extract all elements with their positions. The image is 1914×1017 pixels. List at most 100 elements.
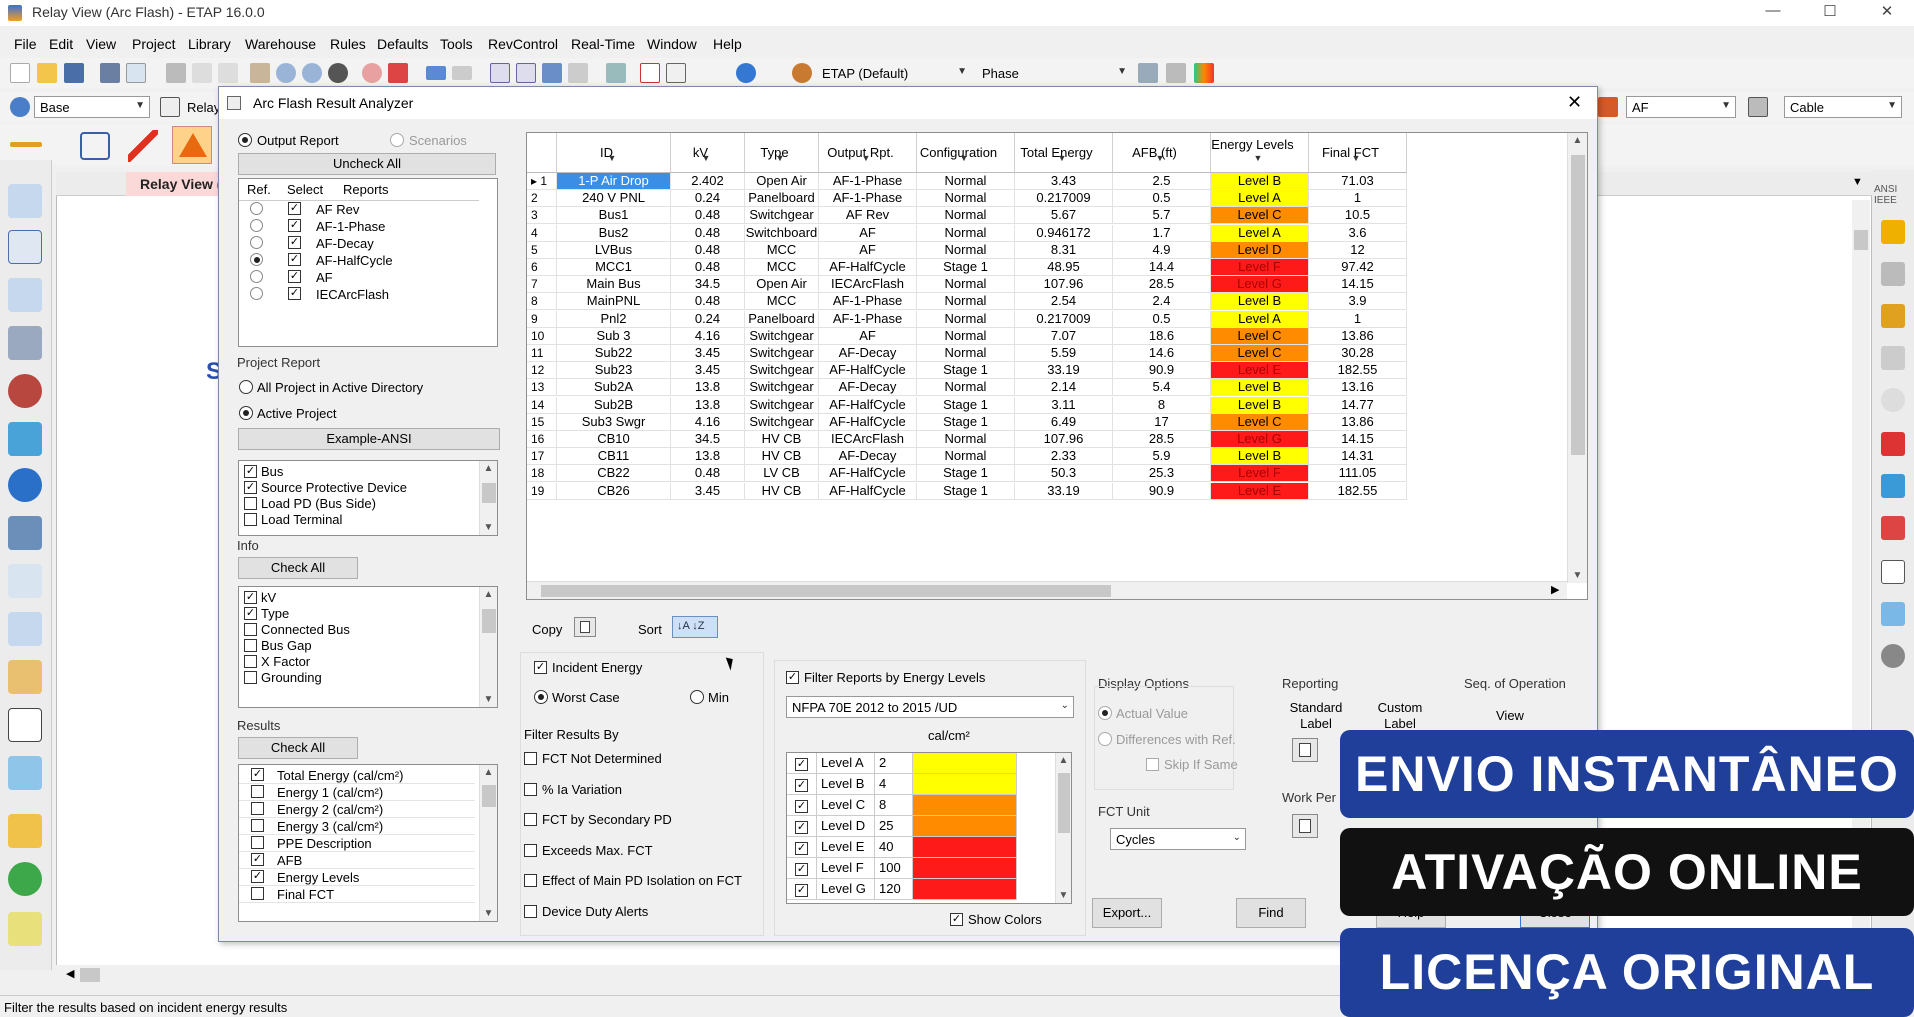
grid-cell[interactable]: AF-Decay bbox=[819, 379, 917, 397]
report-ref-radio[interactable] bbox=[250, 219, 263, 232]
grid-cell[interactable]: 107.96 bbox=[1015, 276, 1113, 294]
cable-select[interactable]: Cable ▼ bbox=[1784, 96, 1902, 118]
grid-cell[interactable]: 4.16 bbox=[671, 327, 745, 345]
sheet-icon[interactable] bbox=[666, 63, 686, 83]
tool-icon[interactable] bbox=[1881, 346, 1905, 370]
active-project-radio[interactable] bbox=[239, 406, 253, 420]
grid-cell[interactable]: 0.217009 bbox=[1015, 310, 1113, 328]
grid-cell[interactable]: Level B bbox=[1211, 448, 1309, 466]
grid-cell[interactable]: LVBus bbox=[557, 241, 671, 259]
copy-grid-icon[interactable] bbox=[574, 617, 596, 637]
grid-cell[interactable]: 90.9 bbox=[1113, 362, 1211, 380]
menu-rules[interactable]: Rules bbox=[330, 36, 366, 52]
filter-dropdown-icon[interactable]: ▼ bbox=[1113, 153, 1207, 163]
grid-cell[interactable]: Normal bbox=[917, 448, 1015, 466]
help-icon[interactable] bbox=[736, 63, 756, 83]
menu-defaults[interactable]: Defaults bbox=[377, 36, 428, 52]
grid-cell[interactable]: Level A bbox=[1211, 190, 1309, 208]
energy-level-row[interactable]: ✓ Level G 120 bbox=[787, 879, 1057, 900]
triangle-icon[interactable] bbox=[1881, 262, 1905, 286]
grid-cell[interactable]: AF-1-Phase bbox=[819, 190, 917, 208]
grid-cell[interactable]: 1 bbox=[1309, 190, 1407, 208]
ground-grid-icon[interactable] bbox=[8, 564, 42, 598]
results-item[interactable]: Final FCT bbox=[239, 886, 475, 903]
grid-cell[interactable]: 34.5 bbox=[671, 276, 745, 294]
relay-icon[interactable] bbox=[8, 230, 42, 264]
map-icon[interactable] bbox=[8, 660, 42, 694]
print-preview-icon[interactable] bbox=[126, 63, 146, 83]
grid-cell[interactable]: 3.6 bbox=[1309, 224, 1407, 242]
grid-cell[interactable]: Normal bbox=[917, 293, 1015, 311]
switch-icon[interactable] bbox=[8, 278, 42, 312]
grid-cell[interactable]: 5.4 bbox=[1113, 379, 1211, 397]
energy-level-color[interactable] bbox=[913, 753, 1017, 774]
results-item[interactable]: Energy 3 (cal/cm²) bbox=[239, 818, 475, 835]
grid-cell[interactable]: AF-HalfCycle bbox=[819, 396, 917, 414]
energy-level-checkbox[interactable]: ✓ bbox=[795, 863, 808, 876]
report-select-checkbox[interactable]: ✓ bbox=[288, 287, 301, 300]
pen-icon[interactable] bbox=[1166, 63, 1186, 83]
results-item[interactable]: Energy 2 (cal/cm²) bbox=[239, 801, 475, 818]
cable-icon[interactable] bbox=[1748, 97, 1768, 117]
menu-warehouse[interactable]: Warehouse bbox=[245, 36, 316, 52]
energy-level-row[interactable]: ✓ Level E 40 bbox=[787, 837, 1057, 858]
grid-cell[interactable]: 2.5 bbox=[1113, 173, 1211, 190]
grid-cell[interactable]: AF-1-Phase bbox=[819, 173, 917, 190]
device-type-item[interactable]: ✓ Source Protective Device bbox=[239, 479, 475, 495]
grid-cell[interactable]: Level A bbox=[1211, 224, 1309, 242]
panel-icon[interactable] bbox=[8, 326, 42, 360]
info-list-scrollbar[interactable]: ▲ ▼ bbox=[479, 587, 497, 707]
grid-column-header[interactable]: Configuration ▼ bbox=[917, 133, 1015, 173]
grid-cell[interactable]: 6.49 bbox=[1015, 413, 1113, 431]
energy-standard-select[interactable]: NFPA 70E 2012 to 2015 /UD ⌄ bbox=[786, 696, 1074, 718]
filter-dropdown-icon[interactable]: ▼ bbox=[819, 153, 913, 163]
grid-hscrollbar[interactable]: ▶ bbox=[527, 581, 1567, 599]
results-checkbox[interactable]: ✓ bbox=[251, 870, 264, 883]
grid-cell[interactable]: Stage 1 bbox=[917, 413, 1015, 431]
grid-vscrollbar[interactable]: ▲ ▼ bbox=[1567, 133, 1587, 583]
report-ref-radio[interactable] bbox=[250, 202, 263, 215]
results-item[interactable]: ✓ Total Energy (cal/cm²) bbox=[239, 767, 475, 784]
grid-cell[interactable]: Level B bbox=[1211, 293, 1309, 311]
grid-cell[interactable]: Normal bbox=[917, 190, 1015, 208]
grid-cell[interactable]: Level F bbox=[1211, 465, 1309, 483]
grid-cell[interactable]: 0.24 bbox=[671, 190, 745, 208]
grid-cell[interactable]: 48.95 bbox=[1015, 259, 1113, 276]
device-type-checkbox[interactable]: ✓ bbox=[244, 465, 257, 478]
grid-cell[interactable]: 0.5 bbox=[1113, 310, 1211, 328]
energy-level-value[interactable]: 8 bbox=[875, 795, 913, 816]
menu-tools[interactable]: Tools bbox=[440, 36, 473, 52]
grid-cell[interactable]: 182.55 bbox=[1309, 362, 1407, 380]
menu-view[interactable]: View bbox=[86, 36, 116, 52]
filter-checkbox[interactable] bbox=[524, 905, 537, 918]
energy-level-row[interactable]: ✓ Level D 25 bbox=[787, 816, 1057, 837]
energy-level-checkbox-cell[interactable]: ✓ bbox=[787, 795, 817, 816]
grid-cell[interactable]: Normal bbox=[917, 327, 1015, 345]
zoom-out-icon[interactable] bbox=[302, 63, 322, 83]
grid-cell[interactable]: IECArcFlash bbox=[819, 276, 917, 294]
grid-cell[interactable]: AF Rev bbox=[819, 207, 917, 225]
grid-cell[interactable]: Switchgear bbox=[745, 327, 819, 345]
menu-file[interactable]: File bbox=[14, 36, 37, 52]
grid-cell[interactable]: Level B bbox=[1211, 396, 1309, 414]
grid-cell[interactable]: Sub22 bbox=[557, 345, 671, 362]
results-checkbox[interactable] bbox=[251, 802, 264, 815]
stop-icon[interactable] bbox=[362, 63, 382, 83]
report-ref-radio[interactable] bbox=[250, 287, 263, 300]
grid-cell[interactable]: 5.9 bbox=[1113, 448, 1211, 466]
report-row[interactable]: ✓ IECArcFlash bbox=[239, 286, 389, 303]
grid-cell[interactable]: 13.8 bbox=[671, 396, 745, 414]
grid-cell[interactable]: 13.8 bbox=[671, 448, 745, 466]
filter-by-energy-checkbox[interactable]: ✓ bbox=[786, 671, 799, 684]
fire-icon[interactable] bbox=[1881, 516, 1905, 540]
grid-cell[interactable]: Sub23 bbox=[557, 362, 671, 380]
grid-cell[interactable]: Normal bbox=[917, 379, 1015, 397]
energy-level-checkbox-cell[interactable]: ✓ bbox=[787, 879, 817, 900]
chart-icon[interactable] bbox=[1138, 63, 1158, 83]
grid-cell[interactable]: 240 V PNL bbox=[557, 190, 671, 208]
menu-window[interactable]: Window bbox=[647, 36, 697, 52]
grid-cell[interactable]: 30.28 bbox=[1309, 345, 1407, 362]
grid-cell[interactable]: Switchboard bbox=[745, 224, 819, 242]
grid-cell[interactable]: IECArcFlash bbox=[819, 431, 917, 448]
grid-cell[interactable]: AF-HalfCycle bbox=[819, 259, 917, 276]
